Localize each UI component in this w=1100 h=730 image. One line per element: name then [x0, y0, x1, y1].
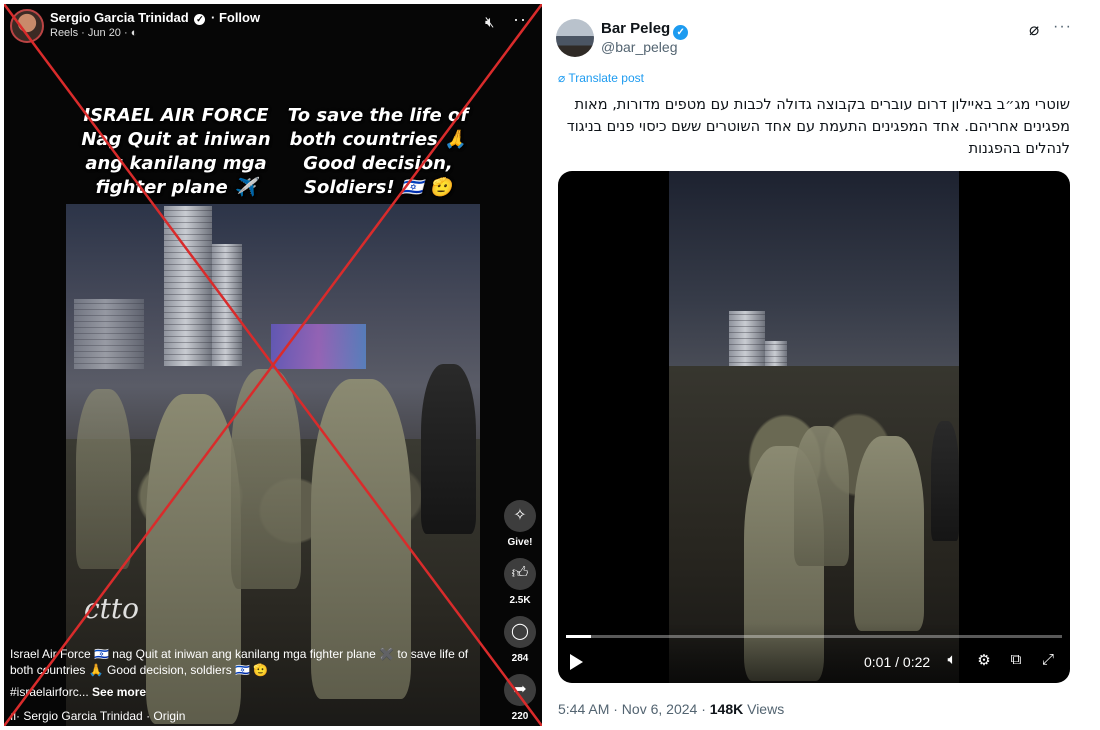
follow-button[interactable]: Follow [219, 10, 260, 25]
ctto-watermark: ctto [84, 592, 140, 625]
views-label: Views [747, 701, 785, 717]
play-icon[interactable] [570, 654, 583, 670]
reel-meta: Reels · Jun 20 · ◐ [50, 27, 137, 39]
poster-avatar[interactable] [556, 19, 594, 57]
give-button[interactable]: ✧ Give! [500, 500, 540, 558]
like-button[interactable]: 👍︎ 2.5K [500, 558, 540, 616]
more-options-icon[interactable]: ··· [1053, 18, 1072, 36]
settings-gear-icon[interactable]: ⚙ [974, 651, 994, 669]
comment-count: 284 [511, 653, 529, 664]
reel-header: Sergio Garcia Trinidad ✓ · Follow Reels … [4, 4, 542, 48]
globe-icon: ◐ [130, 27, 138, 39]
facebook-reel-panel: Sergio Garcia Trinidad ✓ · Follow Reels … [4, 4, 542, 726]
poster-handle[interactable]: @bar_peleg [601, 39, 678, 55]
reel-description: Israel Air Force 🇮🇱 nag Quit at iniwan a… [10, 647, 469, 677]
audio-icon: ıl· [10, 709, 20, 723]
like-icon: 👍︎ [504, 558, 536, 590]
comparison-screenshot: Sergio Garcia Trinidad ✓ · Follow Reels … [0, 0, 1100, 730]
poster-name-line: Bar Peleg ✓ [601, 20, 689, 40]
post-meta: 5:44 AM · Nov 6, 2024 · 148K Views [558, 701, 784, 717]
video-progress-fill [566, 635, 591, 638]
overlay-caption-right: To save the life of both countries 🙏 Goo… [287, 105, 469, 198]
see-more-link[interactable]: See more [92, 685, 146, 699]
video-time: 0:01 / 0:22 [864, 654, 931, 670]
poster-name[interactable]: Bar Peleg [601, 20, 670, 37]
share-count: 220 [511, 711, 529, 722]
hashtag-text[interactable]: #israelairforc... [10, 685, 89, 699]
author-name[interactable]: Sergio Garcia Trinidad [50, 10, 189, 25]
grok-icon[interactable]: ⌀ [1029, 20, 1039, 40]
post-text: שוטרי מג״ב באיילון דרום עוברים בקבוצה גד… [566, 97, 1070, 157]
picture-in-picture-icon[interactable]: ⧉ [1006, 651, 1026, 668]
reel-origin: ıl· Sergio Garcia Trinidad · Origin [10, 709, 185, 723]
translate-icon: ⌀ [558, 71, 566, 85]
overlay-caption-left: ISRAEL AIR FORCE Nag Quit at iniwan ang … [81, 105, 271, 198]
x-post-panel: Bar Peleg ✓ @bar_peleg ⌀ ··· ⌀ Translate … [548, 4, 1088, 726]
author-avatar[interactable] [10, 9, 44, 43]
share-icon: ➦ [504, 674, 536, 706]
mute-icon[interactable]: 🔇︎ [485, 14, 494, 31]
share-button[interactable]: ➦ 220 [500, 674, 540, 726]
verified-badge-icon: ✓ [673, 25, 689, 40]
reel-hashtags-line: #israelairforc... See more [10, 685, 146, 699]
video-frame [669, 171, 959, 683]
translate-post-link[interactable]: ⌀ Translate post [558, 71, 644, 85]
origin-text[interactable]: Sergio Garcia Trinidad · Origin [23, 709, 185, 723]
author-line: Sergio Garcia Trinidad ✓ · Follow [50, 10, 260, 25]
comment-button[interactable]: ◯ 284 [500, 616, 540, 674]
verified-icon: ✓ [194, 14, 206, 25]
reel-action-bar: ✧ Give! 👍︎ 2.5K ◯ 284 ➦ 220 [500, 500, 540, 726]
video-player[interactable]: 0:01 / 0:22 🔈︎ ⚙ ⧉ ⤢ [558, 171, 1070, 683]
reel-meta-text: Reels · Jun 20 · [50, 27, 128, 39]
comment-icon: ◯ [504, 616, 536, 648]
post-timestamp[interactable]: 5:44 AM · Nov 6, 2024 · [558, 701, 706, 717]
gift-icon: ✧ [504, 500, 536, 532]
volume-icon[interactable]: 🔈︎ [942, 651, 962, 668]
separator-dot: · [210, 10, 216, 25]
like-count: 2.5K [509, 595, 531, 606]
video-progress-bar[interactable] [566, 635, 1062, 638]
fullscreen-icon[interactable]: ⤢ [1038, 651, 1058, 668]
views-count: 148K [709, 701, 744, 717]
translate-label: Translate post [568, 71, 644, 85]
more-options-icon[interactable]: ··· [513, 9, 534, 30]
give-label: Give! [507, 537, 533, 548]
